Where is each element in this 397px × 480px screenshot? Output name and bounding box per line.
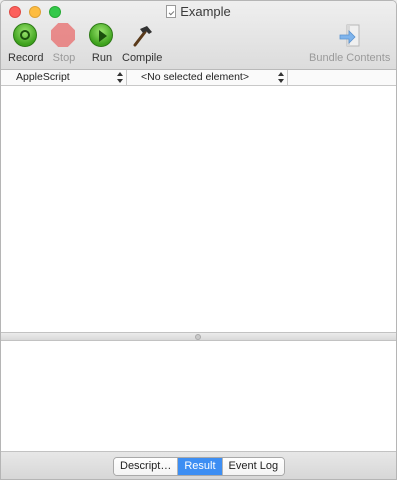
- compile-label: Compile: [122, 52, 163, 64]
- splitter-handle-icon[interactable]: [195, 334, 201, 340]
- tab-result[interactable]: Result: [178, 458, 223, 475]
- hammer-icon: [129, 23, 155, 49]
- run-button[interactable]: Run: [89, 23, 115, 64]
- document-icon: [166, 5, 177, 18]
- language-popup[interactable]: AppleScript: [1, 70, 127, 85]
- run-icon: [89, 23, 115, 49]
- record-label: Record: [8, 52, 44, 64]
- tab-event-log[interactable]: Event Log: [222, 458, 285, 475]
- titlebar-toolbar: Example Record Stop Run Compile Bundle C…: [1, 1, 396, 70]
- stop-icon: [51, 23, 77, 49]
- run-label: Run: [91, 52, 113, 64]
- popup-arrows-icon: [117, 72, 123, 83]
- stop-label: Stop: [52, 52, 76, 64]
- bottom-bar: Descript… Result Event Log: [1, 452, 396, 479]
- window-title: Example: [180, 4, 231, 19]
- window-title-area: Example: [1, 4, 396, 20]
- stop-button[interactable]: Stop: [51, 23, 77, 64]
- navigation-bar: AppleScript <No selected element>: [1, 70, 396, 86]
- pane-splitter[interactable]: [1, 332, 396, 341]
- popup-arrows-icon: [278, 72, 284, 83]
- bundle-contents-label: Bundle Contents: [309, 52, 391, 64]
- record-icon: [12, 23, 39, 49]
- tab-description[interactable]: Descript…: [114, 458, 179, 475]
- element-popup[interactable]: <No selected element>: [127, 70, 288, 85]
- result-pane[interactable]: [1, 341, 396, 452]
- language-popup-value: AppleScript: [16, 71, 70, 83]
- element-popup-value: <No selected element>: [141, 71, 249, 83]
- view-segmented-control: Descript… Result Event Log: [113, 457, 286, 476]
- record-button[interactable]: Record: [8, 23, 43, 64]
- bundle-contents-icon: [337, 23, 363, 49]
- compile-button[interactable]: Compile: [122, 23, 162, 64]
- script-editor-window: Example Record Stop Run Compile Bundle C…: [0, 0, 397, 480]
- bundle-contents-button[interactable]: Bundle Contents: [309, 23, 390, 64]
- script-editor-area[interactable]: [1, 86, 396, 332]
